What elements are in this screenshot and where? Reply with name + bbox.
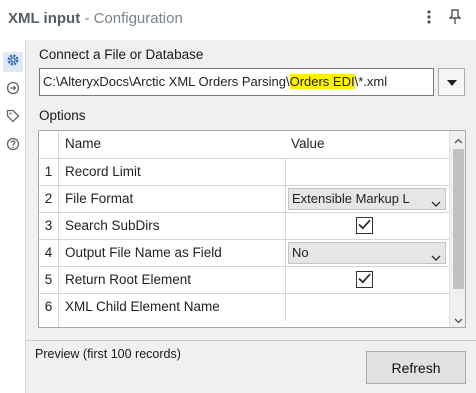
- file-format-select[interactable]: Extensible Markup L: [288, 188, 446, 210]
- output-file-name-cell: No: [285, 240, 449, 267]
- preview-label: Preview (first 100 records): [35, 347, 181, 361]
- connections-tab-button[interactable]: [3, 80, 23, 100]
- preview-footer: Preview (first 100 records) Refresh: [26, 340, 476, 393]
- dropdown-arrow-icon: [446, 73, 457, 91]
- option-row-search-subdirs[interactable]: 3 Search SubDirs: [39, 212, 449, 240]
- output-file-name-select[interactable]: No: [288, 242, 446, 264]
- pin-icon: [448, 8, 462, 30]
- search-subdirs-checkbox[interactable]: [356, 217, 373, 234]
- more-vertical-icon: [427, 9, 431, 29]
- option-row-xml-child-element[interactable]: 6 XML Child Element Name: [39, 293, 449, 321]
- title-separator: -: [80, 10, 94, 27]
- config-header: XML input - Configuration: [0, 0, 476, 40]
- search-subdirs-cell: [285, 213, 449, 240]
- configuration-panel: Connect a File or Database C:\AlteryxDoc…: [26, 40, 476, 340]
- check-icon: [358, 271, 371, 289]
- gear-icon: [6, 53, 20, 72]
- option-name: Record Limit: [65, 164, 141, 179]
- connections-icon: [6, 81, 20, 100]
- row-number: 5: [44, 272, 53, 287]
- return-root-element-checkbox[interactable]: [356, 271, 373, 288]
- window-title: XML input - Configuration: [8, 10, 183, 27]
- annotation-tab-button[interactable]: [3, 108, 23, 128]
- connect-source-label: Connect a File or Database: [39, 47, 204, 62]
- option-name: Return Root Element: [65, 272, 192, 287]
- tool-name: XML input: [8, 10, 81, 27]
- record-limit-value-field[interactable]: [285, 159, 449, 186]
- file-path-highlight: Orders EDI: [289, 74, 355, 89]
- refresh-button[interactable]: Refresh: [366, 351, 466, 384]
- help-icon: [6, 137, 20, 156]
- title-subtitle: Configuration: [93, 10, 183, 27]
- scrollbar-thumb[interactable]: [453, 149, 464, 289]
- row-number: 2: [44, 191, 53, 206]
- check-icon: [358, 217, 371, 235]
- file-format-value: Extensible Markup L: [292, 191, 410, 206]
- row-number: 1: [44, 164, 53, 179]
- file-path-prefix: C:\AlteryxDocs\Arctic XML Orders Parsing…: [43, 74, 290, 89]
- pin-button[interactable]: [446, 8, 464, 30]
- file-path-dropdown-button[interactable]: [438, 68, 465, 96]
- chevron-down-icon: [454, 311, 463, 328]
- option-row-record-limit[interactable]: 1 Record Limit: [39, 158, 449, 186]
- options-scrollbar[interactable]: [449, 131, 465, 328]
- option-row-return-root-element[interactable]: 5 Return Root Element: [39, 266, 449, 294]
- options-label: Options: [39, 108, 86, 123]
- column-header-name: Name: [65, 136, 102, 151]
- option-row-output-file-name[interactable]: 4 Output File Name as Field No: [39, 239, 449, 267]
- option-name: File Format: [65, 191, 134, 206]
- chevron-down-icon: [431, 247, 441, 263]
- options-grid: Name Value 1 Record Limit 2 File Format …: [38, 130, 466, 328]
- configuration-tab-button[interactable]: [3, 52, 23, 72]
- option-row-file-format[interactable]: 2 File Format Extensible Markup L: [39, 185, 449, 213]
- return-root-element-cell: [285, 267, 449, 294]
- file-format-cell: Extensible Markup L: [285, 186, 449, 213]
- column-header-value: Value: [291, 136, 325, 151]
- output-file-name-value: No: [292, 245, 309, 260]
- file-path-suffix: \*.xml: [354, 74, 388, 89]
- chevron-down-icon: [431, 193, 441, 209]
- side-icon-rail: [0, 40, 26, 393]
- help-tab-button[interactable]: [3, 136, 23, 156]
- option-name: XML Child Element Name: [65, 299, 220, 314]
- options-grid-header: Name Value: [39, 131, 449, 157]
- row-number: 4: [44, 245, 53, 260]
- row-number: 3: [44, 218, 53, 233]
- chevron-up-icon: [454, 131, 463, 149]
- row-number: 6: [44, 299, 53, 314]
- more-options-button[interactable]: [420, 8, 438, 30]
- tag-icon: [6, 109, 20, 128]
- xml-child-element-value-field[interactable]: [285, 294, 449, 321]
- scroll-down-button[interactable]: [450, 311, 465, 328]
- option-name: Output File Name as Field: [65, 245, 222, 260]
- scroll-up-button[interactable]: [450, 131, 465, 149]
- file-path-field[interactable]: C:\AlteryxDocs\Arctic XML Orders Parsing…: [39, 68, 434, 96]
- option-name: Search SubDirs: [65, 218, 160, 233]
